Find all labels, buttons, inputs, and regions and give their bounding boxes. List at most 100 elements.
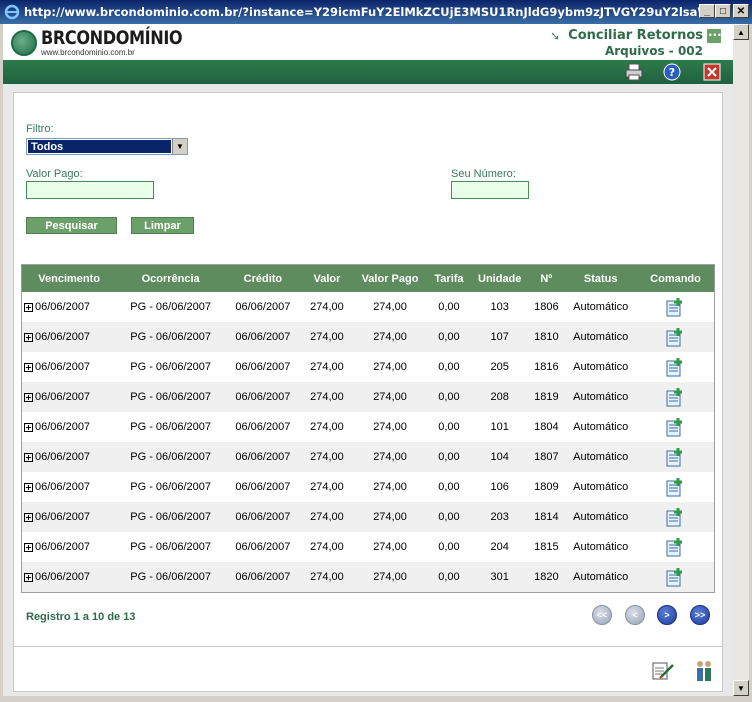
results-table: Vencimento Ocorrência Crédito Valor Valor Pa… [21, 264, 715, 593]
table-cell: 06/06/2007 [22, 442, 117, 472]
conciliate-document-icon[interactable] [665, 476, 687, 498]
logo-url: www.brcondominio.com.br [41, 48, 135, 57]
conciliate-document-icon[interactable] [665, 506, 687, 528]
table-cell: 06/06/2007 [224, 322, 301, 352]
window-close-button[interactable]: ✕ [733, 4, 749, 18]
comando-cell [637, 412, 714, 442]
table-cell: 0,00 [426, 322, 471, 352]
prev-page-button[interactable]: < [625, 605, 645, 625]
comando-cell [637, 502, 714, 532]
table-cell: 274,00 [373, 421, 407, 433]
brand-logo: BRCONDOMÍNIO www.brcondominio.com.br [11, 28, 207, 57]
expand-plus-icon[interactable] [24, 572, 33, 582]
chevron-down-icon[interactable]: ▼ [172, 139, 187, 154]
expand-plus-icon[interactable] [24, 482, 33, 492]
search-button[interactable]: Pesquisar [26, 217, 117, 234]
conciliate-document-icon[interactable] [665, 296, 687, 318]
table-cell: 301 [471, 562, 529, 592]
more-options-icon[interactable] [707, 25, 722, 43]
vencimento-value: 06/06/2007 [35, 481, 91, 493]
expand-plus-icon[interactable] [24, 392, 33, 402]
column-header[interactable]: Comando [637, 265, 714, 292]
column-header[interactable]: Valor [300, 265, 354, 292]
table-cell: PG - 06/06/2007 [130, 481, 211, 493]
table-cell: 203 [471, 502, 529, 532]
table-cell: 274,00 [310, 421, 344, 433]
vencimento-value: 06/06/2007 [35, 421, 91, 433]
conciliate-document-icon[interactable] [665, 416, 687, 438]
table-cell: 274,00 [300, 502, 354, 532]
column-header[interactable]: Crédito [224, 265, 301, 292]
column-header[interactable]: Status [564, 265, 638, 292]
column-header[interactable]: Tarifa [426, 265, 471, 292]
comando-cell [637, 472, 714, 502]
help-icon[interactable]: ? [663, 63, 681, 81]
filtro-label: Filtro: [26, 123, 54, 135]
table-cell: PG - 06/06/2007 [130, 541, 211, 553]
table-cell: 1816 [534, 361, 559, 373]
table-cell: 1814 [528, 502, 565, 532]
valor-pago-input[interactable] [26, 181, 154, 199]
table-cell: 06/06/2007 [235, 301, 291, 313]
column-header[interactable]: Valor Pago [353, 265, 427, 292]
print-icon[interactable] [625, 63, 643, 81]
conciliate-document-icon[interactable] [665, 386, 687, 408]
table-cell: 06/06/2007 [22, 352, 116, 382]
logo-text: BRCONDOMÍNIO [41, 27, 183, 49]
vencimento-value: 06/06/2007 [35, 301, 91, 313]
close-icon[interactable] [703, 63, 721, 81]
table-cell: 274,00 [353, 322, 427, 352]
expand-plus-icon[interactable] [24, 332, 33, 342]
clear-button[interactable]: Limpar [131, 217, 194, 234]
table-cell: 103 [490, 301, 509, 313]
table-cell: 0,00 [438, 481, 460, 493]
expand-plus-icon[interactable] [24, 542, 33, 552]
expand-plus-icon[interactable] [24, 422, 33, 432]
table-cell: PG - 06/06/2007 [116, 382, 225, 412]
vertical-scrollbar[interactable]: ▲ ▼ [733, 24, 749, 696]
table-cell: 101 [490, 421, 509, 433]
table-cell: 204 [490, 541, 509, 553]
conciliate-document-icon[interactable] [665, 326, 687, 348]
users-icon[interactable] [692, 659, 716, 683]
seu-numero-input[interactable] [451, 181, 529, 199]
column-header[interactable]: Unidade [471, 265, 529, 292]
table-cell: Automático [573, 421, 629, 433]
comando-cell [637, 442, 714, 472]
last-page-button[interactable]: >> [690, 605, 710, 625]
table-cell: 1807 [528, 442, 565, 472]
filtro-select[interactable]: Todos ▼ [26, 138, 188, 155]
expand-plus-icon[interactable] [24, 362, 33, 372]
column-header[interactable]: Nº [528, 265, 565, 292]
scroll-down-icon[interactable]: ▼ [733, 680, 749, 696]
expand-plus-icon[interactable] [24, 302, 33, 312]
edit-checklist-icon[interactable] [651, 659, 675, 683]
window-titlebar: http://www.brcondominio.com.br/?instance… [0, 0, 752, 24]
table-cell: 274,00 [310, 541, 344, 553]
minimize-button[interactable]: _ [699, 4, 715, 18]
vencimento-value: 06/06/2007 [35, 361, 91, 373]
table-cell: PG - 06/06/2007 [116, 562, 225, 592]
column-header[interactable]: Ocorrência [116, 265, 225, 292]
next-page-button[interactable]: > [657, 605, 677, 625]
column-header[interactable]: Vencimento [22, 265, 117, 292]
table-cell: 274,00 [300, 382, 354, 412]
scroll-up-icon[interactable]: ▲ [733, 24, 749, 40]
table-cell: 274,00 [300, 562, 354, 592]
maximize-button[interactable]: □ [715, 4, 731, 18]
conciliate-document-icon[interactable] [665, 356, 687, 378]
conciliate-document-icon[interactable] [665, 536, 687, 558]
table-cell: Automático [564, 562, 638, 592]
conciliate-document-icon[interactable] [665, 566, 687, 588]
first-page-button[interactable]: << [592, 605, 612, 625]
expand-plus-icon[interactable] [24, 452, 33, 462]
conciliate-document-icon[interactable] [665, 446, 687, 468]
table-row: 06/06/2007 PG - 06/06/2007 06/06/2007 274,0… [22, 472, 714, 502]
comando-cell [637, 322, 714, 352]
table-cell: PG - 06/06/2007 [116, 502, 225, 532]
table-cell: 0,00 [438, 541, 460, 553]
expand-plus-icon[interactable] [24, 512, 33, 522]
table-cell: 06/06/2007 [22, 322, 117, 352]
table-cell: 106 [490, 481, 509, 493]
table-cell: 1810 [528, 322, 565, 352]
